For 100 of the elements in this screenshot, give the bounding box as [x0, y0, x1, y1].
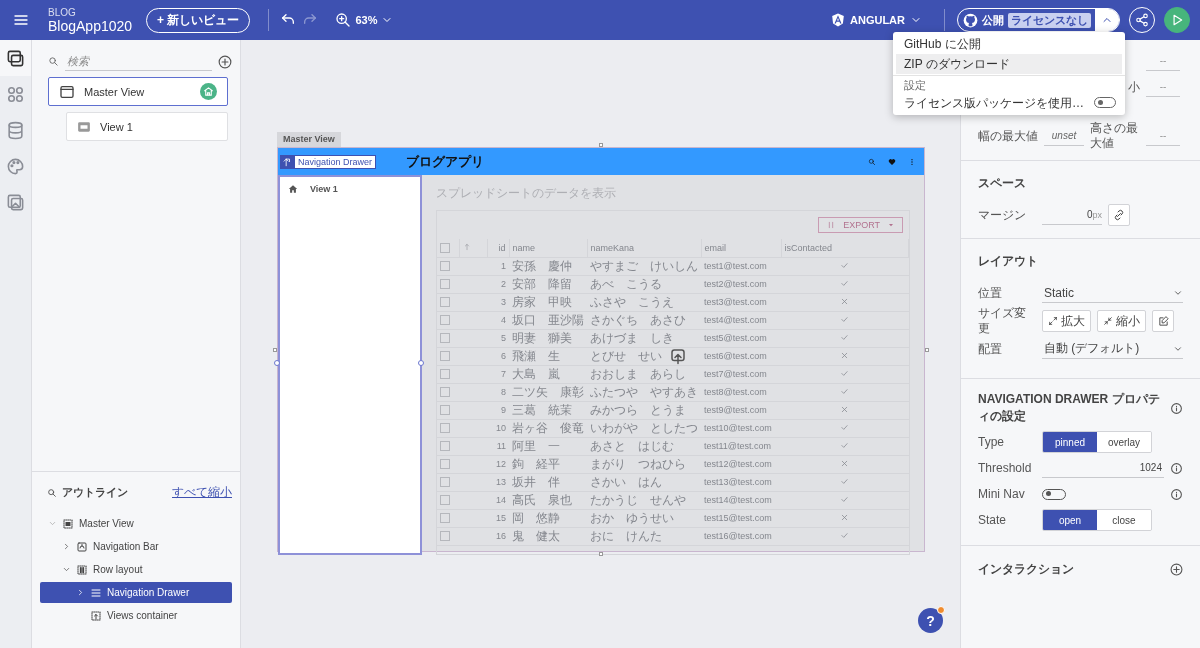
resize-handle[interactable] — [274, 360, 280, 366]
row-checkbox[interactable] — [440, 441, 450, 451]
field-label: Mini Nav — [978, 486, 1026, 502]
resize-handle[interactable] — [418, 360, 424, 366]
field-label: Threshold — [978, 460, 1033, 476]
project-label: BLOG — [48, 6, 77, 18]
row-checkbox[interactable] — [440, 459, 450, 469]
menu-icon — [13, 12, 29, 28]
row-checkbox[interactable] — [440, 351, 450, 361]
table-cell: あべ こうる — [587, 275, 701, 293]
resize-button[interactable]: 縮小 — [1097, 310, 1146, 332]
add-view-button[interactable] — [218, 54, 232, 69]
heart-icon — [888, 157, 896, 166]
search-field[interactable]: 検索 — [65, 52, 212, 71]
toggle-switch[interactable] — [1094, 97, 1116, 108]
field-label: 幅の最大値 — [978, 128, 1038, 144]
resize-button[interactable]: 拡大 — [1042, 310, 1091, 332]
table-cell: 4 — [487, 311, 509, 329]
resize-handle[interactable] — [599, 552, 603, 556]
zoom-dropdown[interactable]: 63% — [329, 11, 400, 29]
row-checkbox[interactable] — [440, 333, 450, 343]
components-icon — [6, 84, 25, 104]
edit-button[interactable] — [1152, 310, 1174, 332]
segment-option[interactable]: open — [1043, 510, 1097, 530]
segment-option[interactable]: close — [1097, 510, 1151, 530]
table-cell: 13 — [487, 473, 509, 491]
collapse-all-link[interactable]: すべて縮小 — [172, 484, 232, 501]
row-checkbox[interactable] — [440, 315, 450, 325]
table-cell: 房家 甲映 — [509, 293, 587, 311]
field-label: マージン — [978, 207, 1027, 223]
field-label: 小 — [1127, 79, 1140, 95]
menu-item[interactable]: ZIP のダウンロード — [896, 54, 1122, 74]
outline-item[interactable]: Views container — [40, 605, 232, 626]
row-checkbox[interactable] — [440, 531, 450, 541]
resize-handle[interactable] — [273, 348, 277, 352]
input-field[interactable]: unset — [1044, 126, 1084, 146]
search-icon — [47, 487, 57, 498]
segment-option[interactable]: pinned — [1043, 432, 1097, 452]
select-parent-button[interactable] — [280, 155, 294, 169]
row-checkbox[interactable] — [440, 477, 450, 487]
run-button[interactable] — [1164, 7, 1190, 33]
table-cell: test11@test.com — [701, 437, 781, 455]
help-button[interactable]: ? — [918, 608, 943, 633]
drawer-item[interactable]: View 1 — [288, 184, 338, 194]
table-cell: test12@test.com — [701, 455, 781, 473]
database-icon — [6, 120, 25, 140]
view-tab[interactable]: Master View — [277, 132, 341, 147]
table-cell: おおしま あらし — [587, 365, 701, 383]
share-icon — [1135, 13, 1149, 27]
row-checkbox[interactable] — [440, 495, 450, 505]
search-icon — [48, 56, 59, 67]
field-label: 高さの最大値 — [1090, 121, 1139, 151]
segment-option[interactable]: overlay — [1097, 432, 1151, 452]
link-button[interactable] — [1108, 204, 1130, 226]
expand-button[interactable] — [1095, 9, 1119, 31]
row-checkbox[interactable] — [440, 387, 450, 397]
plus-circle-icon — [218, 54, 232, 69]
table-cell: ふさや こうえ — [587, 293, 701, 311]
outline-item[interactable]: Navigation Bar — [40, 536, 232, 557]
resize-handle[interactable] — [925, 348, 929, 352]
upload-icon — [669, 347, 687, 365]
row-checkbox[interactable] — [440, 297, 450, 307]
table-cell: test2@test.com — [701, 275, 781, 293]
table-cell: 3 — [487, 293, 509, 311]
table-cell: test9@test.com — [701, 401, 781, 419]
field-label: State — [978, 512, 1008, 528]
table-cell: 高氏 泉也 — [509, 491, 587, 509]
table-cell: 15 — [487, 509, 509, 527]
table-cell: 大島 嵐 — [509, 365, 587, 383]
palette-icon — [6, 156, 25, 176]
row-checkbox[interactable] — [440, 369, 450, 379]
row-checkbox[interactable] — [440, 279, 450, 289]
view-item[interactable]: View 1 — [66, 112, 228, 141]
table-cell: test16@test.com — [701, 527, 781, 545]
margin-field[interactable]: 0px — [1042, 205, 1102, 225]
align-dropdown[interactable]: 自動 (デフォルト) — [1042, 339, 1183, 359]
outline-item[interactable]: Navigation Drawer — [40, 582, 232, 603]
section-title: インタラクション — [978, 560, 1074, 578]
view-icon — [77, 119, 91, 134]
row-checkbox[interactable] — [440, 513, 450, 523]
table-cell: みかつら とうま — [587, 401, 701, 419]
resize-handle[interactable] — [599, 143, 603, 147]
row-checkbox[interactable] — [440, 261, 450, 271]
table-cell: 飛瀬 生 — [509, 347, 587, 365]
view-item[interactable]: Master View — [48, 77, 228, 106]
outline-item[interactable]: Row layout — [40, 559, 232, 580]
publish-button[interactable]: 公開 ライセンスなし — [958, 9, 1095, 31]
row-checkbox[interactable] — [440, 423, 450, 433]
threshold-field[interactable]: 1024 — [1042, 458, 1164, 478]
shrink-icon — [1103, 316, 1113, 326]
position-dropdown[interactable]: Static — [1042, 283, 1183, 303]
window-icon — [59, 83, 75, 100]
table-cell: 1 — [487, 257, 509, 275]
table-cell: 鬼 健太 — [509, 527, 587, 545]
framework-dropdown[interactable]: ANGULAR — [825, 12, 928, 28]
selection-label: Navigation Drawer — [294, 155, 377, 169]
select-all-checkbox[interactable] — [440, 242, 450, 253]
add-interaction-button[interactable] — [1170, 562, 1183, 576]
row-checkbox[interactable] — [440, 405, 450, 415]
outline-item[interactable]: Master View — [40, 513, 232, 534]
